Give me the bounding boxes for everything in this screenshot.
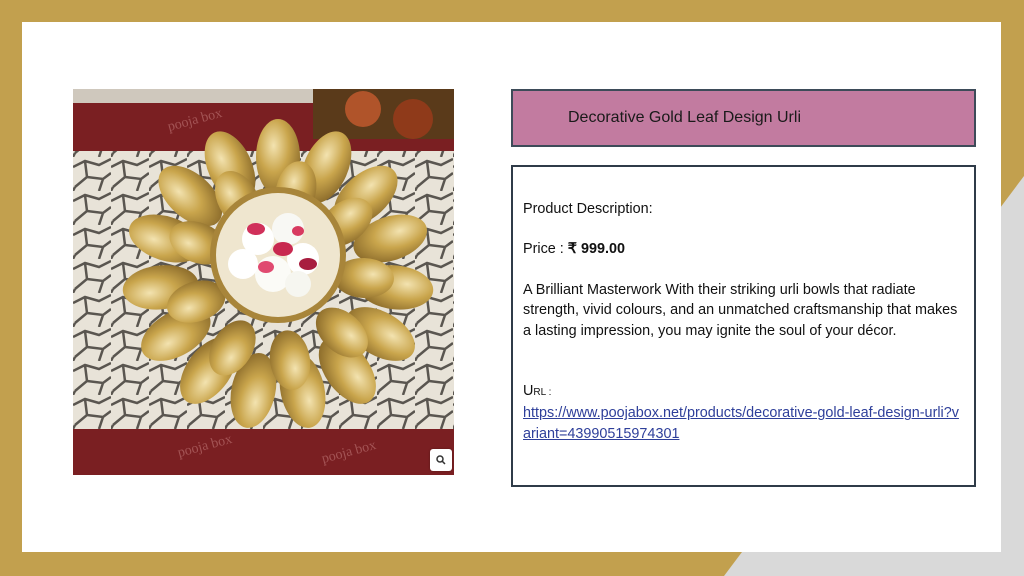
price-value: 999.00 (580, 241, 625, 258)
url-label: URL : (523, 381, 964, 403)
description-heading: Product Description: (523, 201, 653, 217)
product-url-link[interactable]: https://www.poojabox.net/products/decora… (523, 403, 964, 444)
url-label-first: U (523, 383, 534, 400)
product-image[interactable]: pooja box pooja box pooja box (73, 89, 454, 475)
zoom-button[interactable] (430, 449, 452, 471)
description-box: Product Description: Price : ₹ 999.00 A … (511, 165, 976, 487)
slide: pooja box pooja box pooja box Decorative… (22, 22, 1001, 552)
urli-illustration: pooja box pooja box pooja box (73, 89, 454, 475)
price-line: Price : ₹ 999.00 (523, 239, 964, 259)
magnifier-icon (436, 455, 446, 465)
url-label-rest: RL : (533, 387, 552, 399)
product-title: Decorative Gold Leaf Design Urli (568, 109, 801, 126)
price-label: Price : (523, 241, 568, 258)
currency-symbol: ₹ (567, 241, 577, 258)
title-box: Decorative Gold Leaf Design Urli (511, 89, 976, 147)
product-description: A Brilliant Masterwork With their striki… (523, 281, 958, 339)
